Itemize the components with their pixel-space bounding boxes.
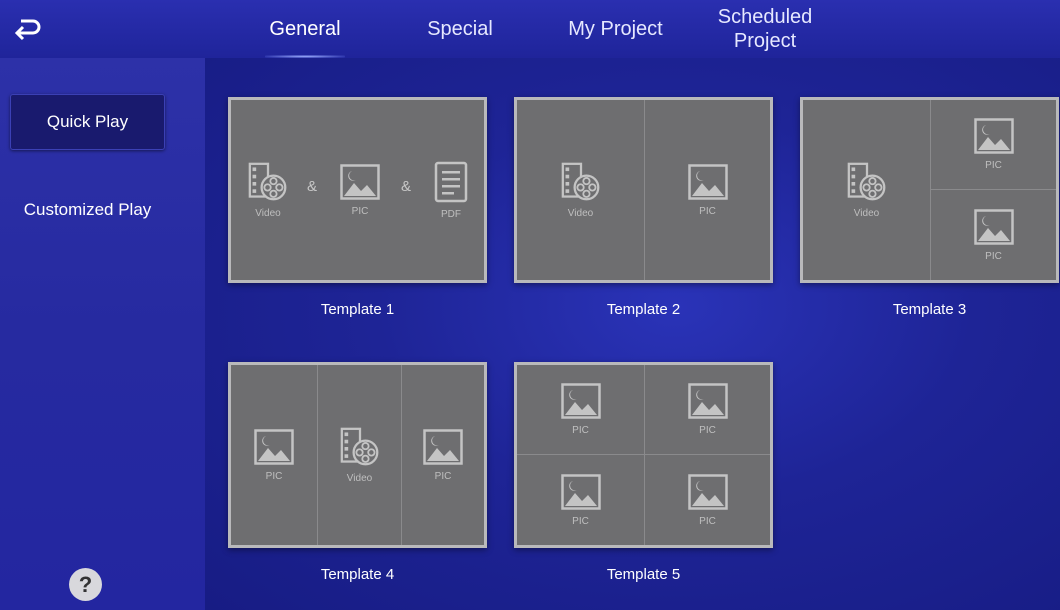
cell-label: PIC [265,470,283,482]
cell-label: PIC [985,250,1002,262]
tab-my-project-label: My Project [568,17,663,40]
tab-scheduled-label-line2: Project [733,30,797,52]
picture-icon [688,474,728,510]
cell-label: PIC [699,425,716,436]
help-icon[interactable]: ? [69,568,102,601]
template-name-5: Template 5 [606,566,681,583]
picture-icon [254,429,294,465]
picture-icon [423,429,463,465]
template-cell: Video [243,155,293,225]
cell-label: Video [346,472,373,484]
template-card-1[interactable]: Video & PIC & PDF [228,97,487,283]
template-card-3[interactable]: Video PIC PIC [800,97,1059,283]
sidebar-item-label: Customized Play [23,200,152,219]
template-cell: Video [517,100,644,280]
back-arrow-icon[interactable] [12,16,42,44]
tab-general[interactable]: General [255,0,355,58]
video-icon [248,162,288,202]
cell-label: PIC [434,470,452,482]
template-cell: Video [803,100,930,280]
help-icon-glyph: ? [78,571,93,597]
template-card-5[interactable]: PIC PIC PIC PIC [514,362,773,548]
tab-special-label: Special [427,17,493,40]
template-name-1: Template 1 [320,301,395,318]
template-card-2[interactable]: Video PIC [514,97,773,283]
template-grid: Video & PIC & PDF Template 1 Video PIC T… [205,58,1060,610]
cell-label: PIC [572,425,589,436]
tab-scheduled-project[interactable]: Scheduled Project [700,0,830,58]
template-cell: Video [318,365,401,545]
picture-icon [688,383,728,419]
template-name-4: Template 4 [320,566,395,583]
picture-icon [974,118,1014,154]
picture-icon [974,209,1014,245]
template-name-2: Template 2 [606,301,681,318]
cell-label: PDF [441,208,461,220]
picture-icon [561,474,601,510]
cell-label: PIC [351,205,369,217]
template-cell: PIC [645,100,770,280]
picture-icon [561,383,601,419]
video-icon [561,162,601,202]
cell-label: PIC [699,205,716,217]
template-cell: PIC [645,455,770,545]
template-cell: PDF [426,155,476,225]
tab-my-project[interactable]: My Project [553,0,678,58]
tab-special[interactable]: Special [415,0,505,58]
separator-ampersand: & [307,178,318,195]
template-cell: PIC [931,100,1056,189]
template-cell: PIC [335,155,385,225]
separator-ampersand: & [401,178,412,195]
template-cell: PIC [645,365,770,454]
cell-label: PIC [572,515,589,527]
sidebar-item-label: Quick Play [46,112,129,131]
cell-label: PIC [699,515,716,527]
template-card-4[interactable]: PIC Video PIC [228,362,487,548]
cell-label: Video [853,207,880,219]
tab-general-label: General [269,17,341,40]
picture-icon [688,164,728,200]
template-cell: PIC [231,365,317,545]
cell-label: Video [255,207,281,219]
sidebar-item-quick-play[interactable]: Quick Play [10,94,165,150]
template-cell: PIC [517,455,644,545]
template-cell: PIC [517,365,644,454]
top-bar: General Special My Project Scheduled Pro… [0,0,1060,58]
video-icon [847,162,887,202]
video-icon [340,427,380,467]
cell-label: PIC [985,160,1002,171]
sidebar: Quick Play Customized Play ? [0,58,205,610]
picture-icon [340,164,380,200]
template-name-3: Template 3 [892,301,967,318]
cell-label: Video [567,207,594,219]
tab-scheduled-label-line1: Scheduled [717,6,813,28]
template-cell: PIC [402,365,484,545]
template-cell: PIC [931,190,1056,280]
sidebar-item-customized-play[interactable]: Customized Play [0,183,175,237]
pdf-icon [434,161,468,203]
